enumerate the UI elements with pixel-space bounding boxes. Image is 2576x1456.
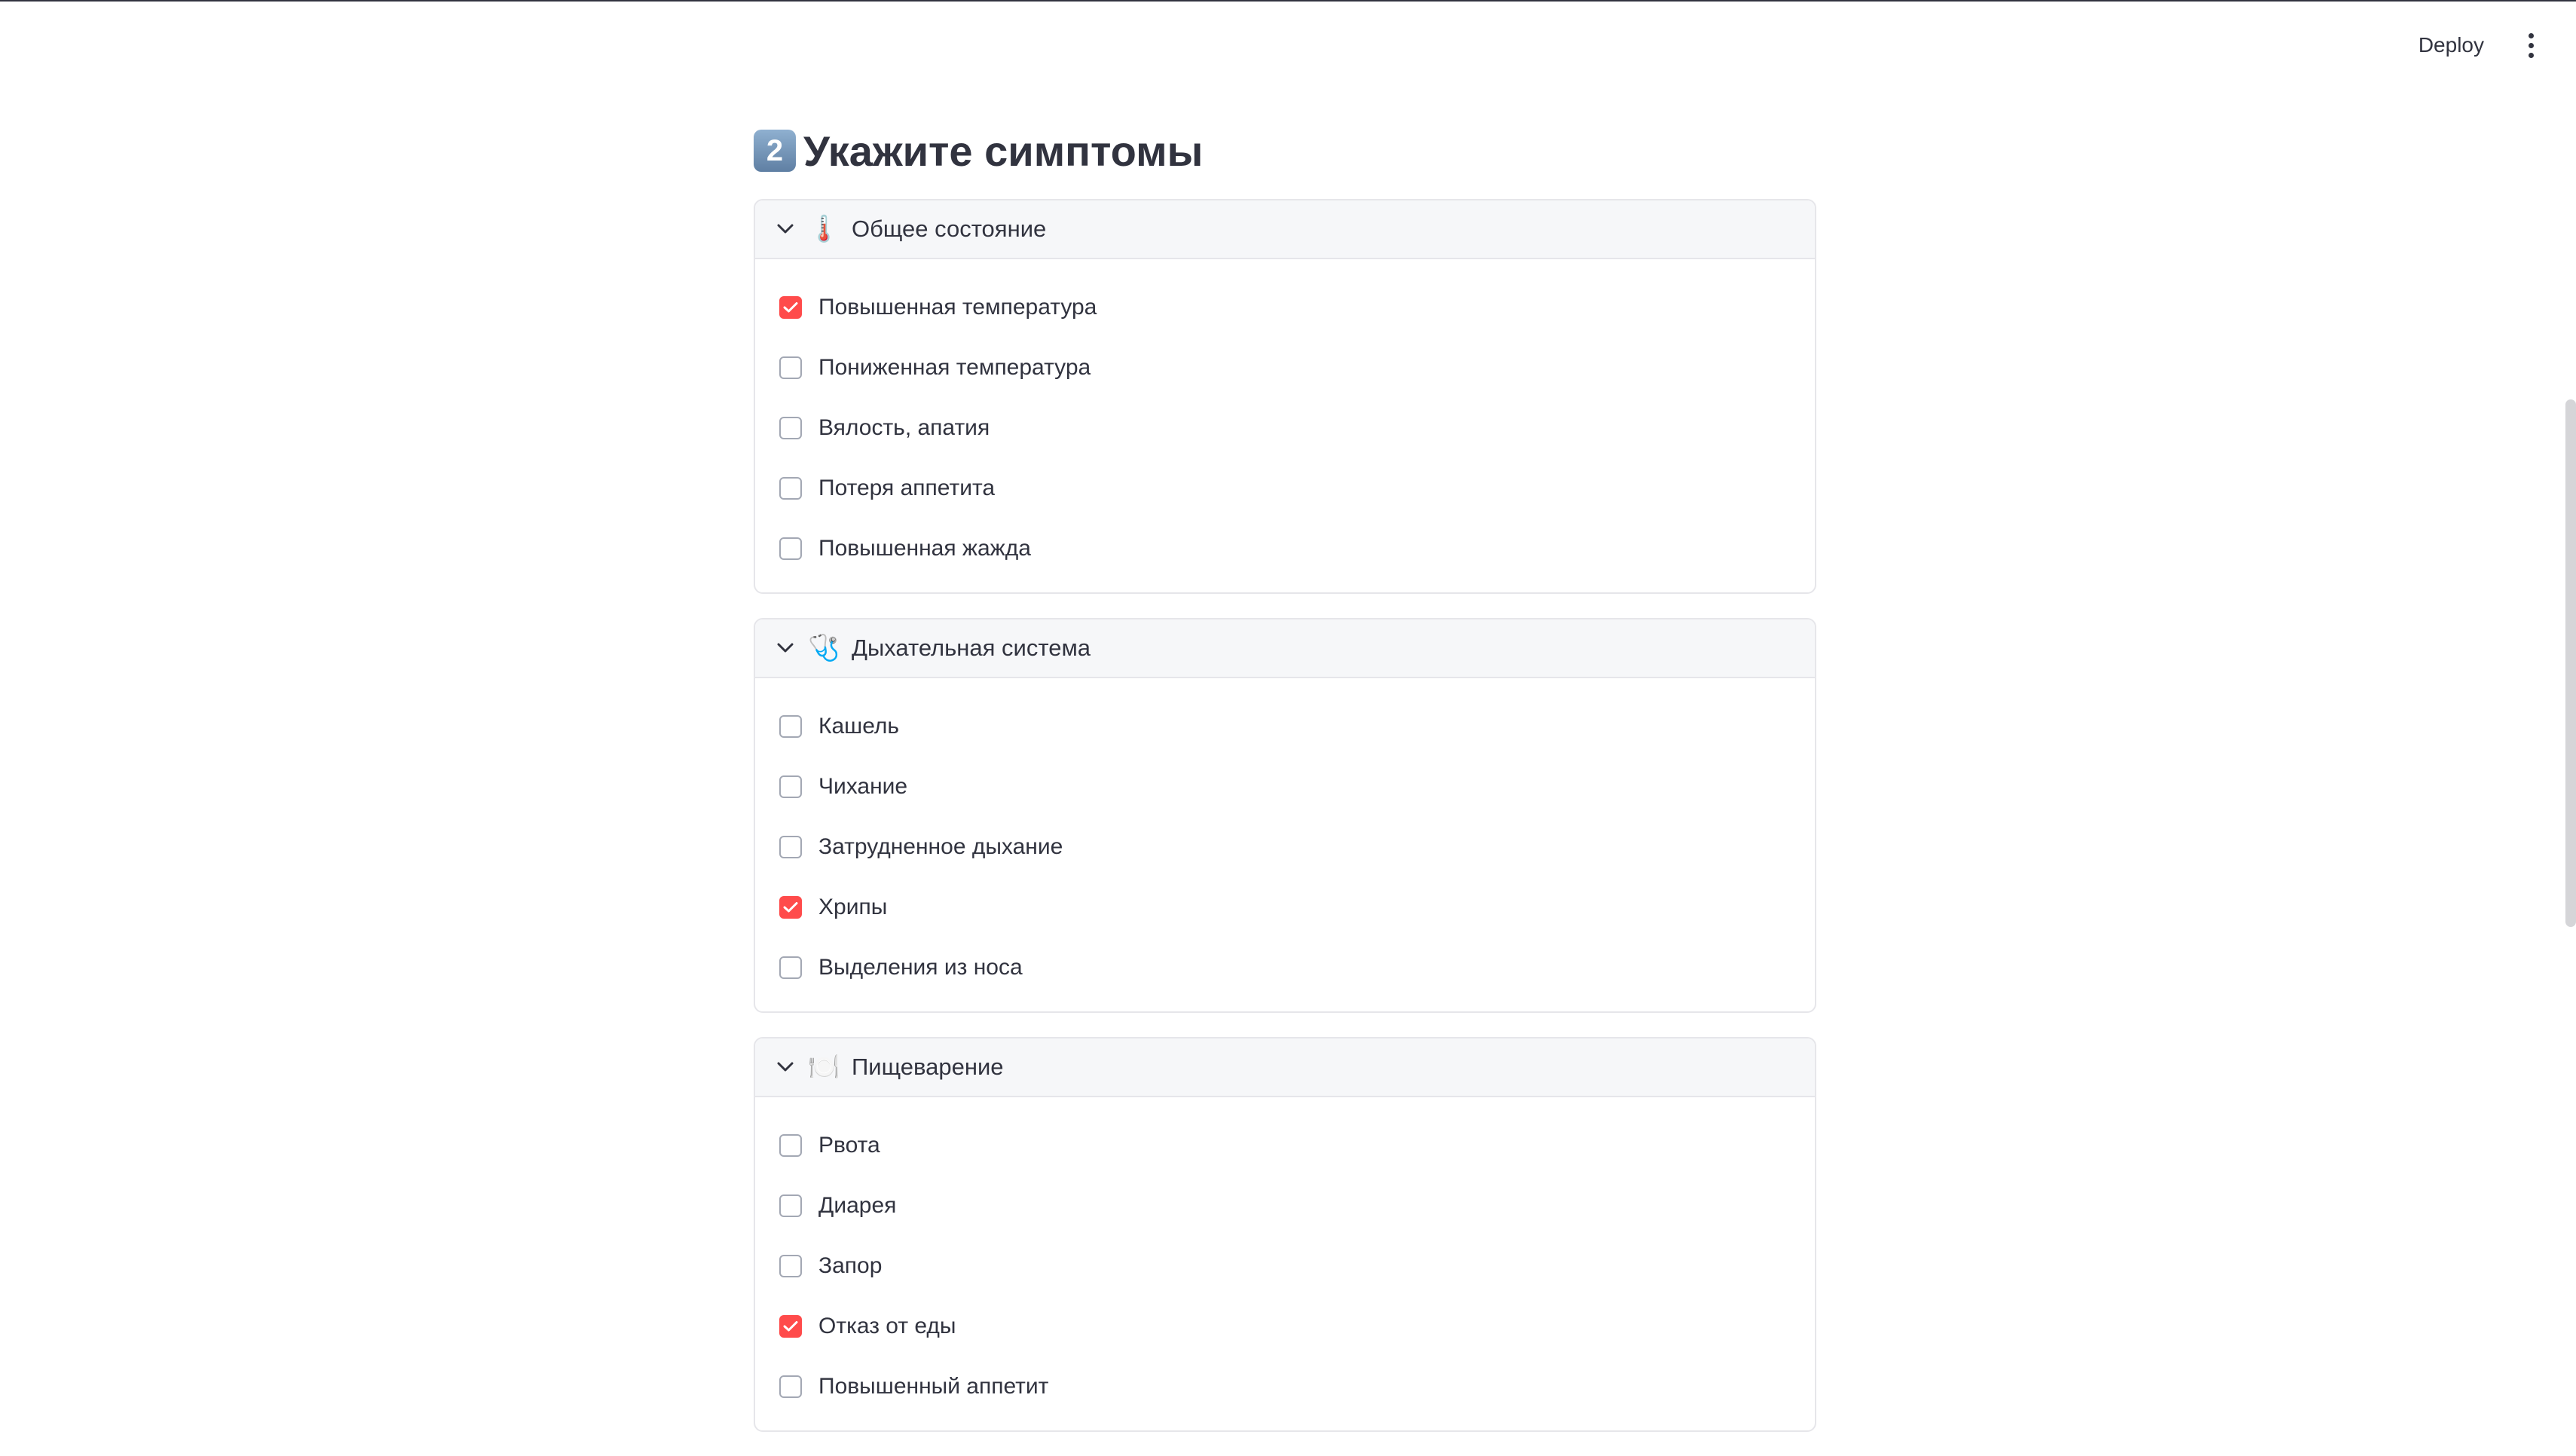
checkbox-label: Диарея xyxy=(818,1193,897,1218)
checkbox-label: Потеря аппетита xyxy=(818,476,996,500)
checkbox-label: Повышенная жажда xyxy=(818,536,1031,561)
checkbox-label: Хрипы xyxy=(818,895,888,919)
section-icon: 🩺 xyxy=(808,634,840,662)
chevron-down-icon xyxy=(776,1058,794,1076)
symptom-checkbox-row[interactable]: Затрудненное дыхание xyxy=(755,817,1815,877)
checkbox[interactable] xyxy=(779,956,802,979)
checkbox[interactable] xyxy=(779,1315,802,1338)
checkbox[interactable] xyxy=(779,1134,802,1157)
number-badge: 2 xyxy=(754,130,796,172)
page-title: 2 Укажите симптомы xyxy=(754,121,1816,181)
expander-body: Рвота Диарея Запор Отказ от еды Повышенный а… xyxy=(755,1097,1815,1430)
symptom-expander: 🍽️ Пищеварение Рвота Диарея Запор Отказ от ед… xyxy=(754,1037,1816,1432)
symptom-checkbox-row[interactable]: Чихание xyxy=(755,757,1815,817)
section-icon: 🌡️ xyxy=(808,215,840,243)
expander-title: Общее состояние xyxy=(852,216,1047,242)
symptom-expander: 🩺 Дыхательная система Кашель Чихание Затрудн… xyxy=(754,618,1816,1013)
main-content: 2 Укажите симптомы 🌡️ Общее состояние Повы… xyxy=(754,121,1816,1456)
symptom-checkbox-row[interactable]: Кашель xyxy=(755,696,1815,757)
expander-header[interactable]: 🍽️ Пищеварение xyxy=(755,1038,1815,1097)
checkbox[interactable] xyxy=(779,715,802,738)
symptom-checkbox-row[interactable]: Повышенный аппетит xyxy=(755,1357,1815,1417)
page-title-text: Укажите симптомы xyxy=(803,127,1204,175)
symptom-checkbox-row[interactable]: Выделения из носа xyxy=(755,938,1815,998)
checkbox-label: Выделения из носа xyxy=(818,955,1023,980)
checkbox[interactable] xyxy=(779,1194,802,1217)
chevron-down-icon xyxy=(776,639,794,657)
symptom-checkbox-row[interactable]: Диарея xyxy=(755,1176,1815,1236)
checkbox-label: Вялость, апатия xyxy=(818,415,990,440)
expander-body: Кашель Чихание Затрудненное дыхание Хрипы Вы… xyxy=(755,678,1815,1011)
checkbox[interactable] xyxy=(779,356,802,379)
checkbox-label: Затрудненное дыхание xyxy=(818,834,1063,859)
expander-header[interactable]: 🩺 Дыхательная система xyxy=(755,619,1815,678)
top-border xyxy=(0,0,2576,2)
checkbox[interactable] xyxy=(779,477,802,500)
symptom-checkbox-row[interactable]: Вялость, апатия xyxy=(755,398,1815,458)
symptom-checkbox-row[interactable]: Отказ от еды xyxy=(755,1296,1815,1357)
checkbox[interactable] xyxy=(779,896,802,919)
deploy-button[interactable]: Deploy xyxy=(2409,27,2493,63)
checkbox-label: Рвота xyxy=(818,1133,880,1158)
checkbox[interactable] xyxy=(779,537,802,560)
checkmark-icon xyxy=(783,302,798,313)
checkbox[interactable] xyxy=(779,775,802,798)
checkbox[interactable] xyxy=(779,1375,802,1398)
checkbox-label: Отказ от еды xyxy=(818,1314,956,1338)
expander-title: Дыхательная система xyxy=(852,635,1091,661)
checkbox-label: Пониженная температура xyxy=(818,355,1091,380)
checkbox[interactable] xyxy=(779,836,802,858)
checkmark-icon xyxy=(783,902,798,913)
symptom-checkbox-row[interactable]: Хрипы xyxy=(755,877,1815,938)
symptom-checkbox-row[interactable]: Пониженная температура xyxy=(755,338,1815,398)
checkbox-label: Повышенная температура xyxy=(818,295,1097,320)
checkbox[interactable] xyxy=(779,417,802,439)
symptom-checkbox-row[interactable]: Потеря аппетита xyxy=(755,458,1815,518)
checkbox-label: Запор xyxy=(818,1253,883,1278)
checkbox[interactable] xyxy=(779,296,802,319)
symptom-expander: 🌡️ Общее состояние Повышенная температура П… xyxy=(754,199,1816,594)
symptom-checkbox-row[interactable]: Запор xyxy=(755,1236,1815,1296)
expander-body: Повышенная температура Пониженная темпера… xyxy=(755,259,1815,592)
checkmark-icon xyxy=(783,1321,798,1332)
chevron-down-icon xyxy=(776,220,794,238)
section-icon: 🍽️ xyxy=(808,1053,840,1081)
more-options-icon[interactable] xyxy=(2516,23,2546,68)
expander-title: Пищеварение xyxy=(852,1054,1004,1080)
checkbox-label: Повышенный аппетит xyxy=(818,1374,1049,1399)
checkbox-label: Кашель xyxy=(818,714,900,739)
scrollbar-thumb[interactable] xyxy=(2565,399,2576,927)
symptom-checkbox-row[interactable]: Рвота xyxy=(755,1115,1815,1176)
symptom-sections: 🌡️ Общее состояние Повышенная температура П… xyxy=(754,199,1816,1432)
checkbox-label: Чихание xyxy=(818,774,908,799)
symptom-checkbox-row[interactable]: Повышенная жажда xyxy=(755,518,1815,579)
expander-header[interactable]: 🌡️ Общее состояние xyxy=(755,200,1815,259)
checkbox[interactable] xyxy=(779,1255,802,1277)
symptom-checkbox-row[interactable]: Повышенная температура xyxy=(755,277,1815,338)
app-toolbar: Deploy xyxy=(2409,23,2546,68)
